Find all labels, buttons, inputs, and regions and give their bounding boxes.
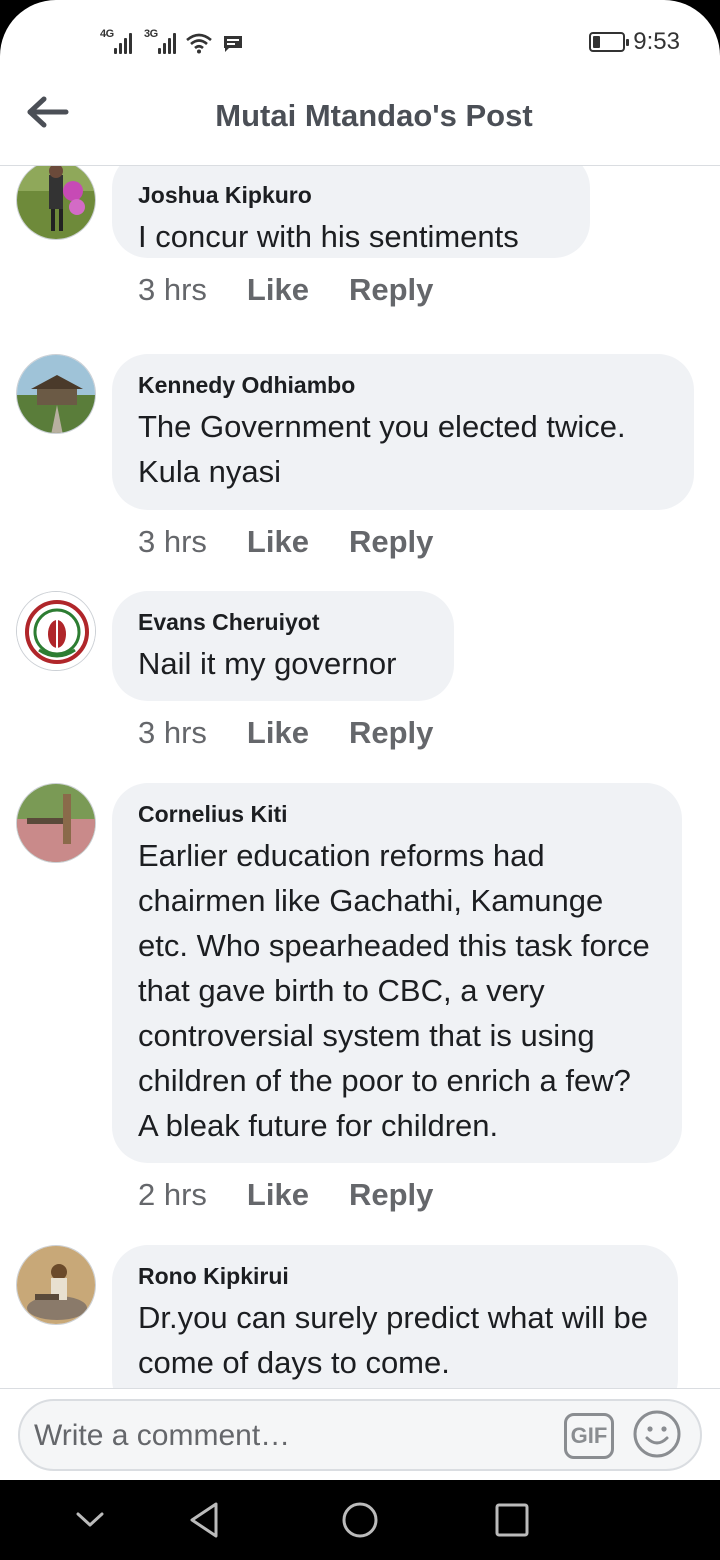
avatar[interactable] xyxy=(16,166,96,240)
comment-actions: 3 hrs Like Reply xyxy=(138,272,433,308)
comment-text: Earlier education reforms had chairmen l… xyxy=(138,838,650,1143)
circle-home-icon[interactable] xyxy=(340,1500,380,1540)
system-navigation-bar xyxy=(0,1480,720,1560)
screen: 4G 3G 9:53 Mutai Mtandao's Post Joshua K… xyxy=(0,0,720,1480)
status-time: 9:53 xyxy=(633,28,680,55)
wifi-icon xyxy=(186,33,212,54)
like-button[interactable]: Like xyxy=(247,524,309,560)
comment-actions: 3 hrs Like Reply xyxy=(138,715,433,751)
message-notification-icon xyxy=(224,36,242,52)
comment-author[interactable]: Kennedy Odhiambo xyxy=(138,370,668,400)
signal-sim2-icon: 3G xyxy=(144,28,176,54)
comment-bubble[interactable]: Rono Kipkirui Dr.you can surely predict … xyxy=(112,1245,678,1388)
status-bar: 4G 3G 9:53 xyxy=(0,0,720,80)
comment-time[interactable]: 2 hrs xyxy=(138,1177,207,1213)
battery-icon xyxy=(589,32,630,52)
comment-author[interactable]: Rono Kipkirui xyxy=(138,1261,652,1291)
comment-time[interactable]: 3 hrs xyxy=(138,715,207,751)
comment-author[interactable]: Cornelius Kiti xyxy=(138,799,656,829)
comment-actions: 2 hrs Like Reply xyxy=(138,1177,433,1213)
comment-text: I concur with his sentiments xyxy=(138,219,519,254)
network-type-sim2: 3G xyxy=(144,28,158,40)
avatar[interactable] xyxy=(16,783,96,863)
comment-input[interactable]: Write a comment… GIF xyxy=(18,1399,702,1471)
gif-icon[interactable]: GIF xyxy=(564,1413,614,1459)
comment-text: The Government you elected twice. Kula n… xyxy=(138,409,626,489)
reply-button[interactable]: Reply xyxy=(349,272,433,308)
comment-actions: 3 hrs Like Reply xyxy=(138,524,433,560)
network-type-sim1: 4G xyxy=(100,28,114,40)
triangle-back-icon[interactable] xyxy=(186,1500,226,1540)
chevron-down-icon[interactable] xyxy=(70,1500,110,1540)
comment-text: Dr.you can surely predict what will be c… xyxy=(138,1300,649,1380)
avatar[interactable] xyxy=(16,1245,96,1325)
reply-button[interactable]: Reply xyxy=(349,715,433,751)
comment-bubble[interactable]: Evans Cheruiyot Nail it my governor xyxy=(112,591,454,701)
signal-sim1-icon: 4G xyxy=(100,28,132,54)
status-icons-left: 4G 3G xyxy=(100,26,244,54)
like-button[interactable]: Like xyxy=(247,272,309,308)
comment-input-placeholder: Write a comment… xyxy=(34,1419,291,1452)
like-button[interactable]: Like xyxy=(247,715,309,751)
avatar[interactable] xyxy=(16,354,96,434)
page-title: Mutai Mtandao's Post xyxy=(215,98,533,133)
comment-author[interactable]: Joshua Kipkuro xyxy=(138,180,564,210)
comment-bubble[interactable]: Cornelius Kiti Earlier education reforms… xyxy=(112,783,682,1163)
reply-button[interactable]: Reply xyxy=(349,1177,433,1213)
comment-time[interactable]: 3 hrs xyxy=(138,272,207,308)
comment-text: Nail it my governor xyxy=(138,646,397,681)
status-icons-right: 9:53 xyxy=(589,28,680,56)
avatar[interactable] xyxy=(16,591,96,671)
like-button[interactable]: Like xyxy=(247,1177,309,1213)
comment-time[interactable]: 3 hrs xyxy=(138,524,207,560)
comment-bubble[interactable]: Kennedy Odhiambo The Government you elec… xyxy=(112,354,694,510)
comment-author[interactable]: Evans Cheruiyot xyxy=(138,607,428,637)
square-recents-icon[interactable] xyxy=(492,1500,532,1540)
smiley-icon[interactable] xyxy=(632,1409,682,1459)
reply-button[interactable]: Reply xyxy=(349,524,433,560)
comment-bubble[interactable]: Joshua Kipkuro I concur with his sentime… xyxy=(112,166,590,258)
post-header: Mutai Mtandao's Post xyxy=(0,80,720,166)
comment-composer: Write a comment… GIF xyxy=(0,1388,720,1480)
comment-list[interactable]: Joshua Kipkuro I concur with his sentime… xyxy=(0,166,720,1388)
